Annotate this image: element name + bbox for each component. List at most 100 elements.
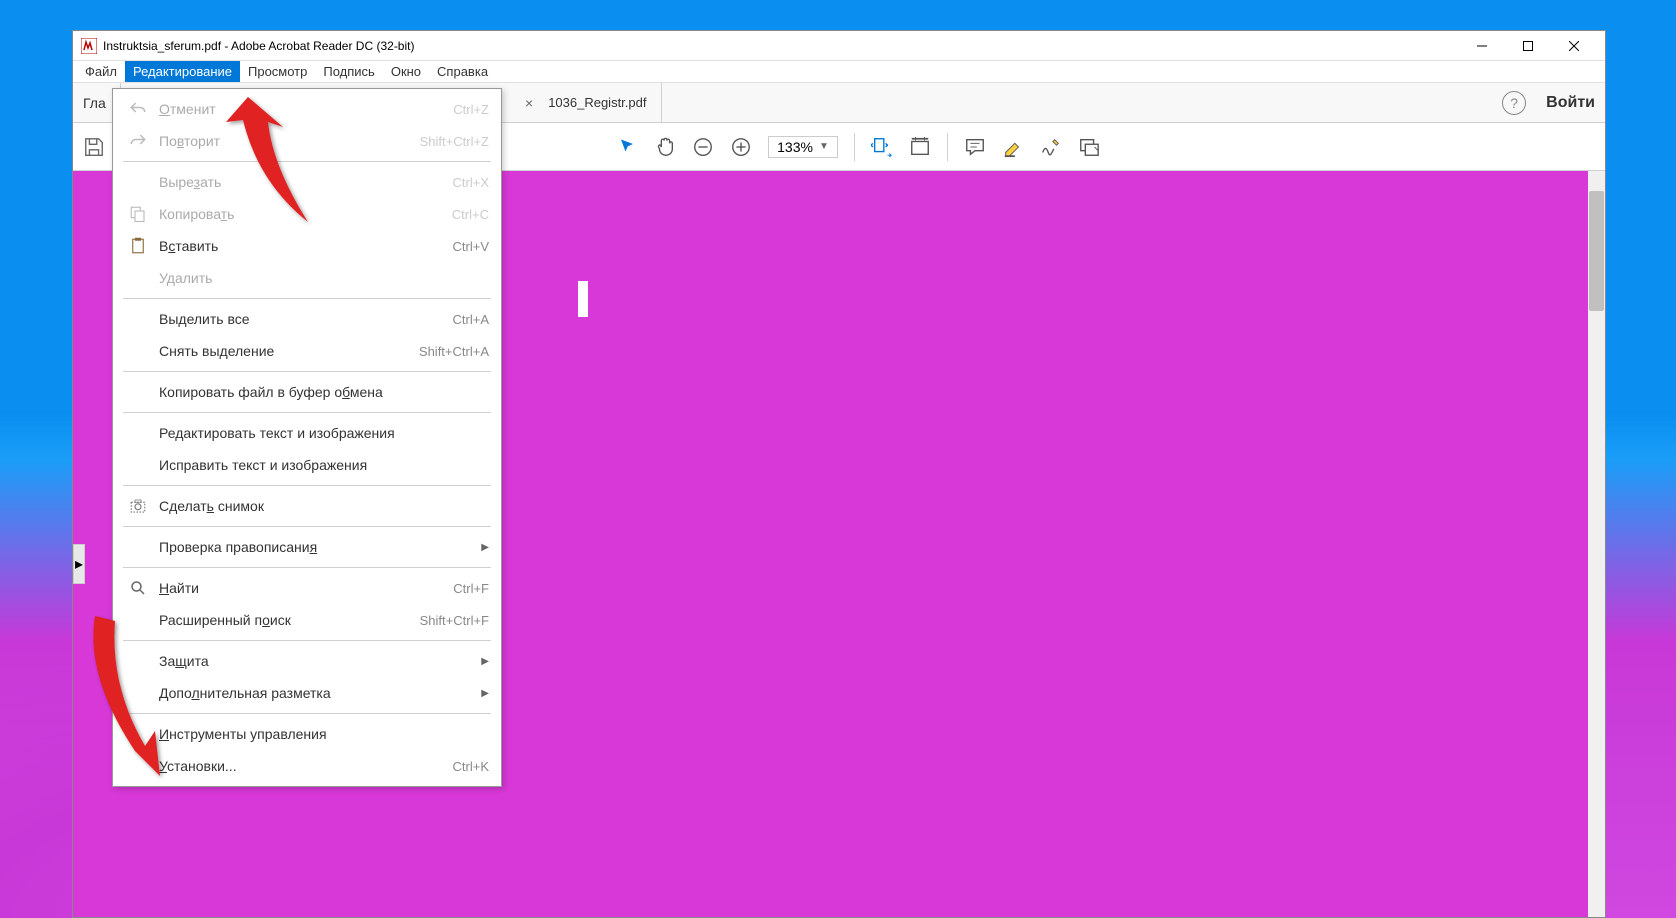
menu-separator	[123, 713, 491, 714]
chevron-down-icon: ▼	[819, 141, 829, 152]
menu-label: Исправить текст и изображения	[159, 457, 489, 473]
left-panel-toggle[interactable]: ▸	[73, 544, 85, 584]
menu-item-copy-file-clipboard[interactable]: Копировать файл в буфер обмена	[113, 376, 501, 408]
menubar: Файл Редактирование Просмотр Подпись Окн…	[73, 61, 1605, 83]
menu-shortcut: Shift+Ctrl+A	[419, 344, 489, 359]
submenu-arrow-icon: ▶	[481, 688, 489, 699]
menu-label: Дополнительная разметка	[159, 685, 481, 701]
menu-item-cut[interactable]: Вырезать Ctrl+X	[113, 166, 501, 198]
menu-item-advanced-search[interactable]: Расширенный поиск Shift+Ctrl+F	[113, 604, 501, 636]
maximize-button[interactable]	[1505, 31, 1551, 61]
submenu-arrow-icon: ▶	[481, 656, 489, 667]
highlight-icon[interactable]	[1002, 136, 1024, 158]
document-tab[interactable]: 1036_Registr.pdf	[533, 83, 662, 122]
titlebar: Instruktsia_sferum.pdf - Adobe Acrobat R…	[73, 31, 1605, 61]
menu-item-select-all[interactable]: Выделить все Ctrl+A	[113, 303, 501, 335]
menu-separator	[123, 371, 491, 372]
page-edge	[578, 281, 588, 317]
menu-shortcut: Ctrl+Z	[453, 102, 489, 117]
help-icon[interactable]: ?	[1502, 91, 1526, 115]
menu-label: Найти	[159, 580, 453, 596]
menu-label: Установки...	[159, 758, 453, 774]
zoom-in-icon[interactable]	[730, 136, 752, 158]
app-icon	[81, 38, 97, 54]
vertical-scrollbar[interactable]	[1588, 171, 1605, 917]
zoom-value: 133%	[777, 139, 813, 155]
menu-separator	[123, 567, 491, 568]
menu-shortcut: Ctrl+V	[453, 239, 489, 254]
menu-separator	[123, 640, 491, 641]
menu-help[interactable]: Справка	[429, 61, 496, 82]
menu-shortcut: Ctrl+K	[453, 759, 489, 774]
edit-dropdown-menu: Отменит Ctrl+Z Повторит Shift+Ctrl+Z Выр…	[112, 88, 502, 787]
redo-icon	[125, 132, 151, 150]
select-tool-icon[interactable]	[616, 136, 638, 158]
menu-label: Расширенный поиск	[159, 612, 420, 628]
menu-shortcut: Ctrl+F	[453, 581, 489, 596]
menu-item-delete[interactable]: Удалить	[113, 262, 501, 294]
menu-shortcut: Ctrl+C	[452, 207, 489, 222]
menu-item-copy[interactable]: Копировать Ctrl+C	[113, 198, 501, 230]
menu-label: Вырезать	[159, 174, 453, 190]
toolbar-separator	[854, 133, 855, 161]
copy-icon	[125, 205, 151, 223]
menu-shortcut: Shift+Ctrl+Z	[420, 134, 489, 149]
menu-label: Проверка правописания	[159, 539, 481, 555]
scrollbar-thumb[interactable]	[1589, 191, 1604, 311]
menu-label: Отменит	[159, 101, 453, 117]
menu-shortcut: Shift+Ctrl+F	[420, 613, 489, 628]
login-button[interactable]: Войти	[1546, 94, 1595, 112]
menu-separator	[123, 298, 491, 299]
menu-file[interactable]: Файл	[77, 61, 125, 82]
menu-label: Копировать	[159, 206, 452, 222]
menu-item-paste[interactable]: Вставить Ctrl+V	[113, 230, 501, 262]
menu-item-manage-tools[interactable]: Инструменты управления	[113, 718, 501, 750]
menu-item-accessibility[interactable]: Дополнительная разметка ▶	[113, 677, 501, 709]
menu-separator	[123, 526, 491, 527]
menu-separator	[123, 485, 491, 486]
stamp-icon[interactable]	[1078, 136, 1100, 158]
menu-separator	[123, 161, 491, 162]
menu-item-fix-text-images[interactable]: Исправить текст и изображения	[113, 449, 501, 481]
camera-icon	[125, 497, 151, 515]
menu-item-spellcheck[interactable]: Проверка правописания ▶	[113, 531, 501, 563]
fit-width-icon[interactable]	[871, 136, 893, 158]
hand-tool-icon[interactable]	[654, 136, 676, 158]
menu-item-protect[interactable]: Защита ▶	[113, 645, 501, 677]
sign-icon[interactable]	[1040, 136, 1062, 158]
menu-label: Редактировать текст и изображения	[159, 425, 489, 441]
undo-icon	[125, 100, 151, 118]
menu-label: Инструменты управления	[159, 726, 489, 742]
menu-window[interactable]: Окно	[383, 61, 429, 82]
menu-item-redo[interactable]: Повторит Shift+Ctrl+Z	[113, 125, 501, 157]
minimize-button[interactable]	[1459, 31, 1505, 61]
toolbar-separator	[947, 133, 948, 161]
save-icon[interactable]	[83, 136, 105, 158]
menu-view[interactable]: Просмотр	[240, 61, 315, 82]
menu-edit[interactable]: Редактирование	[125, 61, 240, 82]
menu-item-undo[interactable]: Отменит Ctrl+Z	[113, 93, 501, 125]
menu-item-find[interactable]: Найти Ctrl+F	[113, 572, 501, 604]
menu-shortcut: Ctrl+X	[453, 175, 489, 190]
window-controls	[1459, 31, 1597, 61]
close-button[interactable]	[1551, 31, 1597, 61]
window-title: Instruktsia_sferum.pdf - Adobe Acrobat R…	[103, 39, 1459, 53]
page-display-icon[interactable]	[909, 136, 931, 158]
menu-label: Вставить	[159, 238, 453, 254]
comment-icon[interactable]	[964, 136, 986, 158]
menu-label: Снять выделение	[159, 343, 419, 359]
menu-label: Защита	[159, 653, 481, 669]
menu-item-edit-text-images[interactable]: Редактировать текст и изображения	[113, 417, 501, 449]
menu-item-preferences[interactable]: Установки... Ctrl+K	[113, 750, 501, 782]
menu-separator	[123, 412, 491, 413]
search-icon	[125, 579, 151, 597]
menu-item-deselect[interactable]: Снять выделение Shift+Ctrl+A	[113, 335, 501, 367]
submenu-arrow-icon: ▶	[481, 542, 489, 553]
menu-label: Удалить	[159, 270, 489, 286]
menu-sign[interactable]: Подпись	[315, 61, 382, 82]
zoom-combo[interactable]: 133% ▼	[768, 136, 838, 158]
menu-item-snapshot[interactable]: Сделать снимок	[113, 490, 501, 522]
tab-active-close[interactable]: ×	[525, 95, 533, 111]
paste-icon	[125, 237, 151, 255]
zoom-out-icon[interactable]	[692, 136, 714, 158]
